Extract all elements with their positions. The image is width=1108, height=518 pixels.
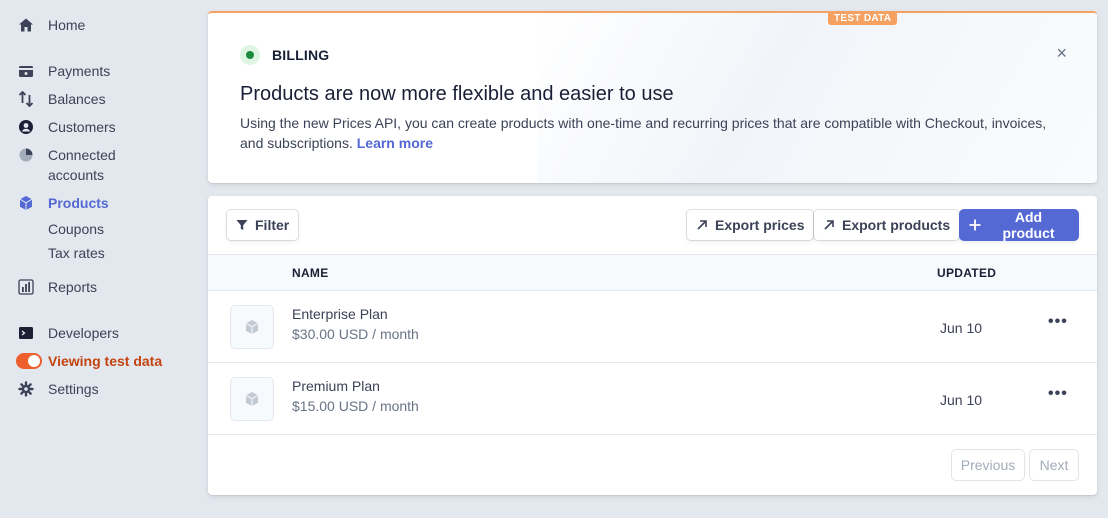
billing-status-icon — [240, 45, 260, 65]
more-options-icon[interactable]: ••• — [1048, 385, 1068, 403]
billing-header: BILLING — [240, 45, 329, 65]
sidebar-item-label: Connected — [48, 147, 116, 163]
sidebar-subitem-tax-rates[interactable]: Tax rates — [48, 243, 105, 263]
sidebar-item-settings[interactable]: Settings — [16, 379, 99, 399]
sidebar-item-label: Home — [48, 17, 86, 33]
test-mode-toggle[interactable] — [16, 353, 42, 369]
sidebar-item-payments[interactable]: Payments — [16, 61, 110, 81]
more-options-icon[interactable]: ••• — [1048, 313, 1068, 331]
export-prices-button[interactable]: Export prices — [687, 210, 814, 240]
sidebar-subitem-coupons[interactable]: Coupons — [48, 219, 104, 239]
sidebar-item-developers[interactable]: Developers — [16, 323, 119, 343]
column-header-updated[interactable]: UPDATED — [937, 266, 996, 280]
billing-label: BILLING — [272, 47, 330, 63]
sidebar-item-label: Balances — [48, 91, 106, 107]
arrow-up-right-icon — [823, 219, 835, 231]
filter-label: Filter — [255, 217, 290, 233]
product-price: $15.00 USD / month — [292, 398, 419, 414]
sidebar-item-products[interactable]: Products — [16, 193, 109, 213]
terminal-icon — [16, 323, 36, 343]
sidebar-item-label: Payments — [48, 63, 111, 79]
next-page-button[interactable]: Next — [1030, 450, 1078, 480]
learn-more-link[interactable]: Learn more — [357, 135, 433, 151]
cube-icon — [16, 193, 36, 213]
add-product-label: Add product — [1002, 209, 1055, 241]
banner-text: Using the new Prices API, you can create… — [240, 113, 1060, 153]
add-product-button[interactable]: Add product — [960, 209, 1078, 241]
product-updated: Jun 10 — [940, 320, 983, 336]
export-products-button[interactable]: Export products — [814, 210, 960, 240]
gear-icon — [16, 379, 36, 399]
export-prices-label: Export prices — [715, 217, 805, 233]
banner-title: Products are now more flexible and easie… — [240, 83, 674, 105]
reports-icon — [16, 277, 36, 297]
sidebar-item-home[interactable]: Home — [16, 15, 85, 35]
sidebar-item-test-data-toggle[interactable]: Viewing test data — [16, 351, 162, 371]
products-card: Filter Export prices Export products Add… — [208, 196, 1097, 495]
plus-icon — [969, 219, 981, 231]
sidebar-item-balances[interactable]: Balances — [16, 89, 106, 109]
sidebar-item-label: Settings — [48, 381, 99, 397]
sidebar-item-customers[interactable]: Customers — [16, 117, 116, 137]
customers-icon — [16, 117, 36, 137]
product-updated: Jun 10 — [940, 392, 983, 408]
export-products-label: Export products — [842, 217, 951, 233]
arrow-up-right-icon — [696, 219, 708, 231]
sidebar-item-label: Products — [48, 195, 109, 211]
test-data-badge: TEST DATA — [828, 13, 898, 25]
sidebar-item-label-group: Connected accounts — [48, 145, 116, 185]
sidebar-item-label: accounts — [48, 167, 105, 183]
product-image-placeholder — [231, 378, 273, 420]
payments-icon — [16, 61, 36, 81]
sidebar: Home Payments Balances Customers Connect… — [0, 0, 200, 518]
product-name[interactable]: Premium Plan — [292, 378, 380, 394]
product-image-placeholder — [231, 306, 273, 348]
table-row[interactable]: Premium Plan $15.00 USD / month Jun 10 •… — [208, 363, 1097, 435]
product-name[interactable]: Enterprise Plan — [292, 306, 388, 322]
filter-button[interactable]: Filter — [227, 210, 299, 240]
sidebar-item-label: Customers — [48, 119, 116, 135]
product-price: $30.00 USD / month — [292, 326, 419, 342]
billing-banner: TEST DATA BILLING × Products are now mor… — [208, 11, 1097, 183]
close-icon[interactable]: × — [1056, 43, 1067, 64]
previous-page-button[interactable]: Previous — [952, 450, 1024, 480]
filter-icon — [236, 219, 248, 231]
table-header: NAME UPDATED — [208, 254, 1097, 291]
sidebar-item-label: Reports — [48, 279, 98, 295]
connected-accounts-icon — [16, 145, 36, 165]
balances-icon — [16, 89, 36, 109]
home-icon — [16, 15, 36, 35]
sidebar-item-reports[interactable]: Reports — [16, 277, 97, 297]
table-row[interactable]: Enterprise Plan $30.00 USD / month Jun 1… — [208, 291, 1097, 363]
sidebar-item-label: Developers — [48, 325, 119, 341]
sidebar-item-connected-accounts[interactable]: Connected accounts — [16, 145, 116, 185]
sidebar-item-label: Viewing test data — [48, 353, 163, 369]
column-header-name[interactable]: NAME — [292, 266, 329, 280]
